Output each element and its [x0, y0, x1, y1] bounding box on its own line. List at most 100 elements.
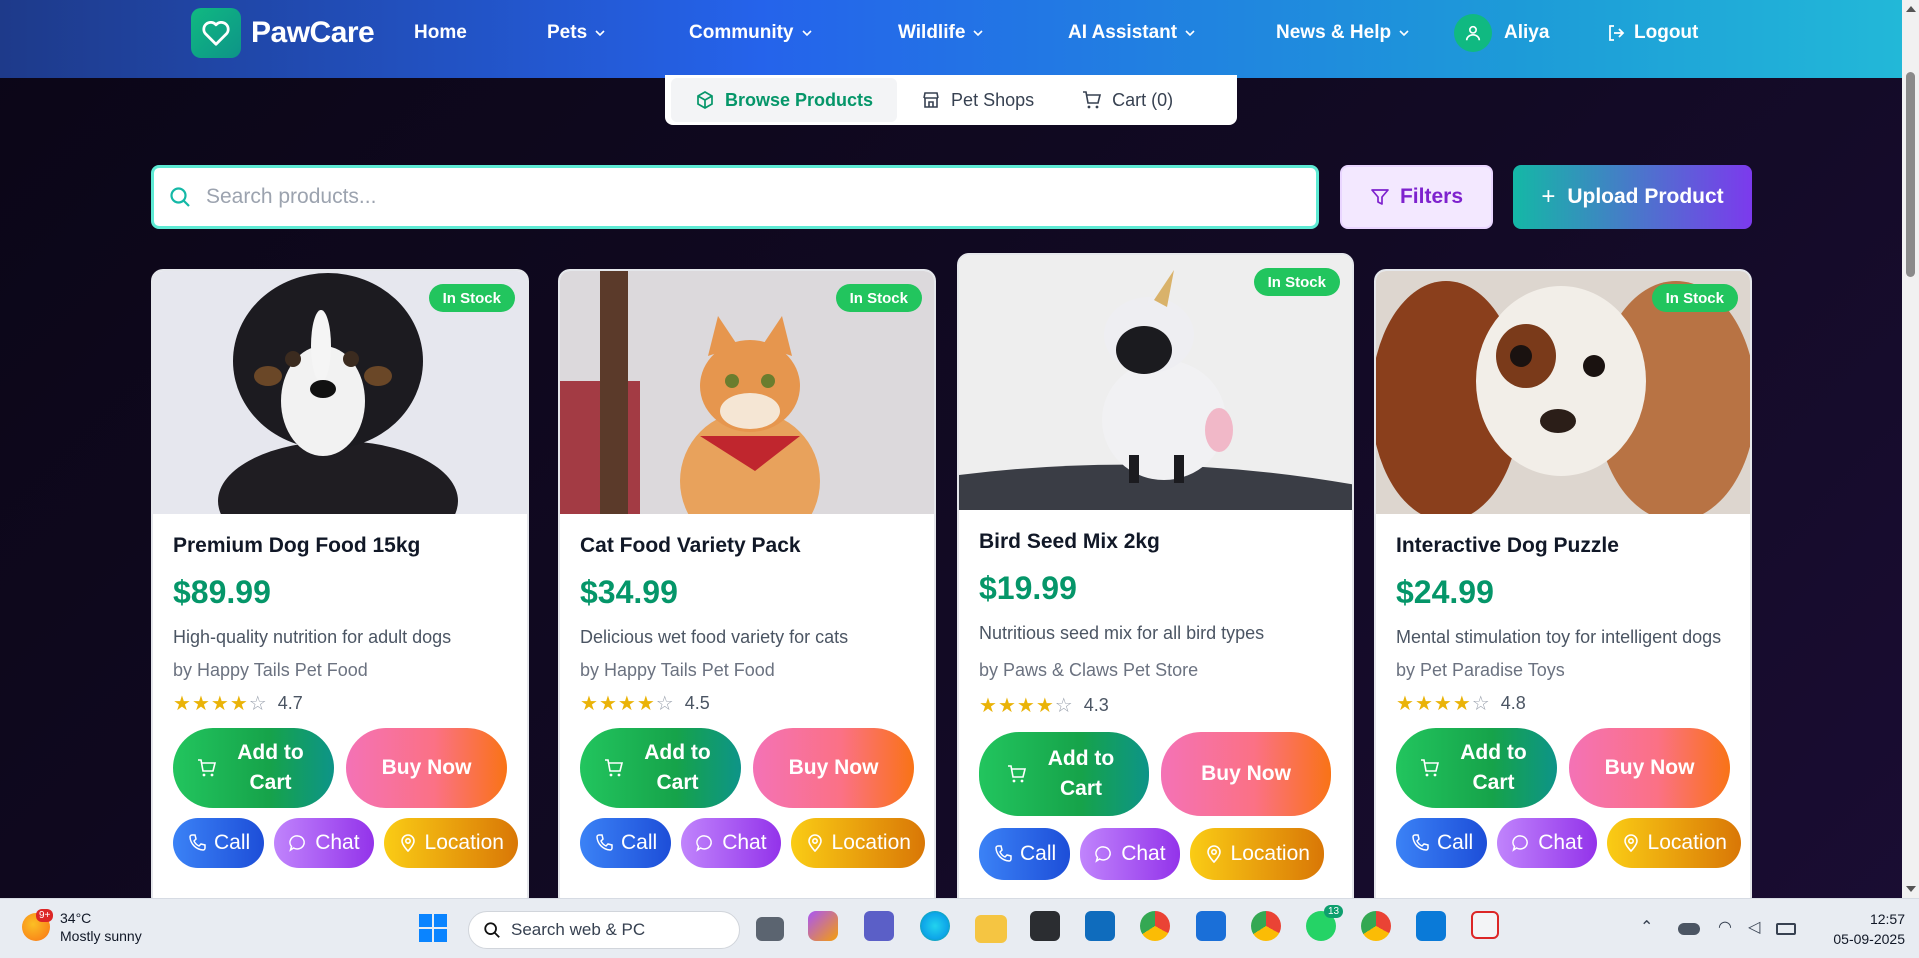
- scroll-down-icon[interactable]: [1906, 886, 1916, 892]
- nav-pets-label: Pets: [547, 22, 588, 43]
- product-card[interactable]: In Stock Bird Seed Mix 2kg $19.99 Nutrit…: [957, 253, 1354, 913]
- product-title: Bird Seed Mix 2kg: [979, 530, 1160, 553]
- wifi-icon[interactable]: ◠: [1718, 917, 1732, 937]
- product-seller: by Paws & Claws Pet Store: [979, 660, 1199, 680]
- battery-icon[interactable]: [1776, 923, 1796, 935]
- weather-temp: 34°C: [60, 910, 92, 926]
- star-icon: ★: [636, 693, 655, 715]
- buy-now-button[interactable]: Buy Now: [1161, 732, 1331, 816]
- star-outline-icon: ☆: [1471, 693, 1490, 715]
- scroll-up-icon[interactable]: [1906, 6, 1916, 12]
- windows-start-icon[interactable]: [418, 913, 452, 947]
- location-button[interactable]: Location: [1606, 818, 1741, 868]
- upload-label: Upload Product: [1567, 185, 1724, 208]
- buy-now-button[interactable]: Buy Now: [346, 728, 507, 808]
- copilot-icon[interactable]: [808, 911, 838, 941]
- taskbar-search[interactable]: Search web & PC: [468, 911, 740, 949]
- outlook-icon[interactable]: [1085, 911, 1115, 941]
- rating-value: 4.5: [684, 693, 710, 713]
- star-outline-icon: ☆: [655, 693, 674, 715]
- upload-product-button[interactable]: + Upload Product: [1513, 165, 1752, 229]
- chat-button[interactable]: Chat: [681, 818, 781, 868]
- nav-ai-label: AI Assistant: [1068, 22, 1178, 43]
- chat-button[interactable]: Chat: [1080, 828, 1180, 880]
- add-to-cart-label: Add to Cart: [1460, 741, 1527, 794]
- search-icon: [484, 922, 500, 938]
- phone-icon: [995, 845, 1012, 862]
- star-outline-icon: ☆: [1054, 695, 1073, 717]
- nav-ai-assistant[interactable]: AI Assistant: [1068, 20, 1195, 46]
- chrome-icon[interactable]: [1140, 911, 1170, 941]
- call-button[interactable]: Call: [979, 828, 1071, 880]
- location-button[interactable]: Location: [790, 818, 925, 868]
- volume-icon[interactable]: ◁: [1748, 917, 1760, 937]
- chevron-up-icon[interactable]: ⌃: [1640, 917, 1653, 937]
- product-description: Mental stimulation toy for intelligent d…: [1396, 627, 1722, 647]
- chrome-profile-icon[interactable]: [1251, 911, 1281, 941]
- map-pin-icon: [1623, 834, 1638, 853]
- user-menu[interactable]: Aliya: [1454, 14, 1549, 52]
- call-button[interactable]: Call: [173, 818, 265, 868]
- add-to-cart-button[interactable]: Add to Cart: [580, 728, 741, 808]
- location-button[interactable]: Location: [1189, 828, 1324, 880]
- logout-icon: [1609, 25, 1625, 41]
- page-scrollbar[interactable]: [1902, 0, 1919, 898]
- snipping-tool-icon[interactable]: [1471, 911, 1499, 939]
- location-button[interactable]: Location: [383, 818, 518, 868]
- teams-icon[interactable]: [864, 911, 894, 941]
- product-seller: by Happy Tails Pet Food: [173, 660, 368, 680]
- product-description: High-quality nutrition for adult dogs: [173, 627, 452, 647]
- task-view-icon[interactable]: [756, 917, 784, 941]
- call-button[interactable]: Call: [1396, 818, 1488, 868]
- add-to-cart-button[interactable]: Add to Cart: [173, 728, 334, 808]
- nav-home[interactable]: Home: [414, 20, 467, 46]
- star-icon: ★: [1433, 693, 1452, 715]
- system-clock[interactable]: 12:57 05-09-2025: [1833, 909, 1905, 949]
- nav-pets[interactable]: Pets: [547, 20, 605, 46]
- weather-widget[interactable]: 9+ 34°C Mostly sunny: [22, 909, 142, 945]
- phone-icon: [1412, 834, 1429, 851]
- store-icon[interactable]: [1030, 911, 1060, 941]
- nav-news-help[interactable]: News & Help: [1276, 20, 1409, 46]
- tab-browse-products[interactable]: Browse Products: [671, 78, 898, 122]
- file-explorer-icon[interactable]: [975, 915, 1007, 943]
- phone-icon: [596, 834, 613, 851]
- filters-button[interactable]: Filters: [1340, 165, 1493, 229]
- logout-button[interactable]: Logout: [1606, 20, 1698, 46]
- product-image: In Stock: [959, 255, 1352, 510]
- cart-icon: [1008, 765, 1027, 783]
- edge-icon[interactable]: [920, 911, 950, 941]
- chat-button[interactable]: Chat: [1497, 818, 1597, 868]
- product-card[interactable]: In Stock Cat Food Variety Pack $34.99 De…: [558, 269, 936, 909]
- product-price: $34.99: [580, 574, 678, 610]
- vscode-icon[interactable]: [1416, 911, 1446, 941]
- nav-wildlife[interactable]: Wildlife: [898, 20, 983, 46]
- add-to-cart-button[interactable]: Add to Cart: [979, 732, 1149, 816]
- nav-community[interactable]: Community: [689, 20, 812, 46]
- tab-pet-shops[interactable]: Pet Shops: [897, 78, 1058, 122]
- chat-button[interactable]: Chat: [274, 818, 374, 868]
- tab-cart[interactable]: Cart (0): [1058, 78, 1197, 122]
- product-image: In Stock: [153, 271, 527, 514]
- buy-now-label: Buy Now: [1604, 756, 1695, 779]
- buy-now-button[interactable]: Buy Now: [1569, 728, 1730, 808]
- product-tabs: Browse Products Pet Shops Cart (0): [665, 75, 1237, 125]
- logo[interactable]: PawCare: [191, 8, 375, 58]
- call-label: Call: [214, 831, 251, 854]
- search-input[interactable]: [206, 185, 1206, 209]
- app-icon[interactable]: [1196, 911, 1226, 941]
- chrome-active-icon[interactable]: [1361, 911, 1391, 941]
- store-icon: [923, 92, 939, 108]
- call-button[interactable]: Call: [580, 818, 672, 868]
- add-to-cart-button[interactable]: Add to Cart: [1396, 728, 1557, 808]
- whatsapp-icon[interactable]: 13: [1306, 905, 1344, 941]
- product-description: Delicious wet food variety for cats: [580, 627, 849, 647]
- star-icon: ★: [1396, 693, 1414, 715]
- product-card[interactable]: In Stock Interactive Dog Puzzle $24.99 M…: [1374, 269, 1752, 909]
- product-card[interactable]: In Stock Premium Dog Food 15kg $89.99 Hi…: [151, 269, 529, 909]
- buy-now-button[interactable]: Buy Now: [753, 728, 914, 808]
- onedrive-icon[interactable]: [1678, 923, 1700, 935]
- scroll-thumb[interactable]: [1906, 72, 1915, 277]
- notification-badge: 9+: [36, 909, 54, 922]
- chat-icon: [1512, 835, 1529, 852]
